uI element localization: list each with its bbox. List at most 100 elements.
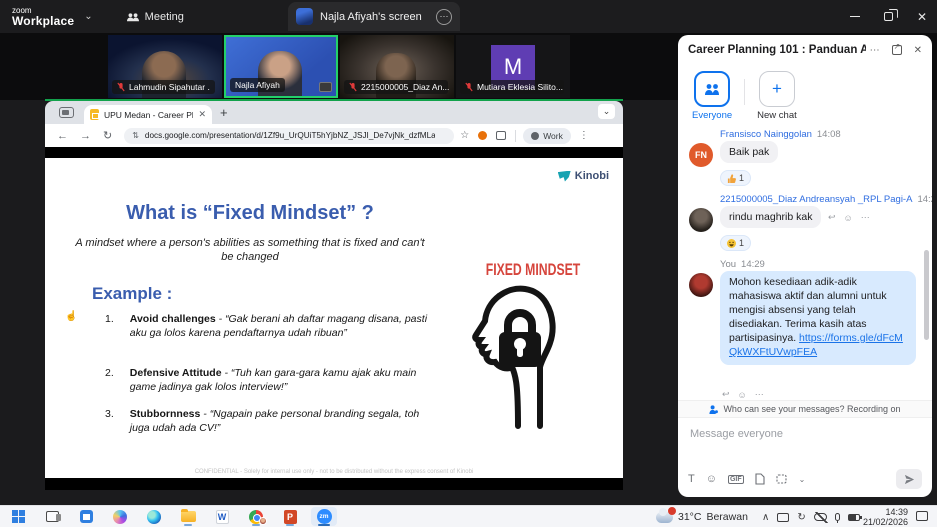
chat-scrollbar[interactable] xyxy=(924,250,929,340)
bookmark-star-icon[interactable]: ☆ xyxy=(460,130,469,141)
gif-icon[interactable]: GIF xyxy=(728,475,744,484)
add-reaction-icon[interactable]: ☺ xyxy=(738,390,747,400)
browser-profile-button[interactable]: Work xyxy=(523,128,571,144)
attach-file-icon[interactable] xyxy=(755,473,765,485)
tab-new-chat[interactable]: + New chat xyxy=(757,71,797,121)
video-tile-najla-active-speaker[interactable]: Najla Afiyah xyxy=(224,35,338,98)
reply-icon[interactable]: ↩ xyxy=(828,212,836,223)
open-app-indicator xyxy=(252,524,260,526)
chat-close-icon[interactable]: ✕ xyxy=(914,45,922,56)
clock-time: 14:39 xyxy=(858,507,908,517)
weather-alert-badge xyxy=(668,507,676,515)
weather-widget[interactable]: 31°C Berawan xyxy=(656,506,748,527)
chat-popout-icon[interactable] xyxy=(892,45,902,55)
tabstrip-chevron-icon[interactable]: ⌄ xyxy=(598,104,615,119)
microsoft-store-button[interactable] xyxy=(73,507,99,526)
start-button[interactable] xyxy=(5,507,31,526)
window-minimize-button[interactable] xyxy=(850,16,860,17)
system-tray: ∧ ↻ xyxy=(762,506,860,527)
window-restore-button[interactable] xyxy=(884,12,893,21)
reload-button[interactable]: ↻ xyxy=(103,129,112,142)
profile-label: Work xyxy=(543,131,563,141)
add-reaction-icon[interactable]: ☺ xyxy=(844,213,853,223)
send-button[interactable] xyxy=(896,469,922,489)
screen-sharing-badge-icon xyxy=(319,82,332,92)
laughing-emoji-icon xyxy=(727,239,736,248)
more-actions-icon[interactable]: ⋯ xyxy=(861,212,870,223)
powerpoint-button[interactable]: P xyxy=(277,507,303,526)
slide-canvas: Kinobi What is “Fixed Mindset” ? A minds… xyxy=(45,158,623,478)
active-app-indicator xyxy=(318,524,330,526)
microphone-in-use-icon[interactable] xyxy=(835,513,840,521)
screen-tab-avatar xyxy=(296,8,313,25)
tab-search-icon[interactable] xyxy=(59,107,74,118)
reply-icon[interactable]: ↩ xyxy=(722,389,730,400)
weather-temperature: 31°C xyxy=(678,511,701,523)
chat-more-icon[interactable]: ⋯ xyxy=(870,45,880,56)
message-actions: ↩ ☺ ⋯ xyxy=(828,212,870,223)
thumbs-up-icon xyxy=(727,174,736,183)
extension-icon[interactable] xyxy=(478,131,487,140)
hidden-icons-chevron[interactable]: ∧ xyxy=(762,512,769,523)
emoji-icon[interactable]: ☺ xyxy=(706,473,717,485)
chat-messages: Fransisco Nainggolan14:08 FN Baik pak 1 … xyxy=(678,123,932,400)
message-bubble-own[interactable]: Mohon kesediaan adik-adik mahasiswa akti… xyxy=(720,271,916,365)
copilot-button[interactable] xyxy=(107,507,133,526)
network-display-icon[interactable] xyxy=(777,513,789,522)
example-item-2: 2. Defensive Attitude - “Tuh kan gara-ga… xyxy=(105,367,435,394)
chat-input-area[interactable]: Message everyone T ☺ GIF ⌄ xyxy=(678,417,932,497)
tab-close-icon[interactable]: ✕ xyxy=(198,109,206,120)
text-format-icon[interactable]: T xyxy=(688,473,695,485)
video-tile-diaz[interactable]: 2215000005_Diaz An... xyxy=(340,35,454,98)
kinobi-logo-icon xyxy=(558,171,571,182)
recording-banner[interactable]: Who can see your messages? Recording on xyxy=(678,400,932,417)
edge-button[interactable] xyxy=(141,507,167,526)
clock-date: 21/02/2026 xyxy=(858,517,908,527)
onedrive-paused-icon[interactable] xyxy=(814,513,827,521)
message-time: 14:08 xyxy=(817,129,841,140)
window-close-button[interactable]: ✕ xyxy=(917,10,927,24)
forward-button[interactable]: → xyxy=(80,130,91,142)
toolbar-divider xyxy=(515,130,516,142)
video-tile-mutiara[interactable]: M Mutiara Eklesia Silito... xyxy=(456,35,570,98)
item-number: 3. xyxy=(105,408,114,435)
browser-menu-icon[interactable]: ⋮ xyxy=(579,130,589,141)
message-reaction[interactable]: 1 xyxy=(720,235,751,251)
notification-center-icon[interactable] xyxy=(916,511,928,521)
message-header: You14:29 xyxy=(720,259,765,270)
site-settings-icon[interactable]: ⇅ xyxy=(132,131,139,140)
video-tile-lahmudin[interactable]: Lahmudin Sipahutar . xyxy=(108,35,222,98)
tabs-divider xyxy=(744,79,745,105)
google-slides-icon xyxy=(90,109,99,120)
message-reaction[interactable]: 1 xyxy=(720,170,751,186)
tab-everyone[interactable]: Everyone xyxy=(692,71,732,121)
chrome-button[interactable] xyxy=(243,507,269,526)
screen-tab-more-icon[interactable]: ⋯ xyxy=(436,9,452,25)
screenshot-icon[interactable] xyxy=(776,474,788,485)
side-panel-icon[interactable] xyxy=(496,131,506,140)
weather-description: Berawan xyxy=(706,511,747,523)
message-bubble[interactable]: Baik pak xyxy=(720,141,778,163)
browser-tab-active[interactable]: UPU Medan - Career Planning ✕ xyxy=(84,105,212,124)
message-bubble[interactable]: rindu maghrib kak xyxy=(720,206,821,228)
task-view-button[interactable] xyxy=(39,507,65,526)
back-button[interactable]: ← xyxy=(57,130,68,142)
more-actions-icon[interactable]: ⋯ xyxy=(755,389,764,400)
brand-chevron-down-icon[interactable]: ⌄ xyxy=(84,11,92,22)
screenshot-chevron-icon[interactable]: ⌄ xyxy=(799,475,806,484)
participant-nameplate: Najla Afiyah xyxy=(230,78,285,92)
sync-icon[interactable]: ↻ xyxy=(797,512,805,523)
word-button[interactable]: W xyxy=(209,507,235,526)
taskbar-clock[interactable]: 14:39 21/02/2026 xyxy=(858,507,908,527)
zoom-titlebar: zoom Workplace ⌄ Meeting Najla Afiyah's … xyxy=(0,0,937,33)
tab-meeting[interactable]: Meeting xyxy=(127,11,184,23)
address-bar[interactable]: ⇅ docs.google.com/presentation/d/1Zf9u_U… xyxy=(124,128,454,144)
new-tab-button[interactable]: + xyxy=(220,105,228,120)
file-explorer-button[interactable] xyxy=(175,507,201,526)
participant-nameplate: Mutiara Eklesia Silito... xyxy=(460,80,564,94)
message-input[interactable]: Message everyone xyxy=(690,428,783,440)
zoom-app-button[interactable]: zm xyxy=(311,507,337,526)
browser-toolbar: ← → ↻ ⇅ docs.google.com/presentation/d/1… xyxy=(45,124,623,147)
tab-shared-screen[interactable]: Najla Afiyah's screen ⋯ xyxy=(288,2,460,31)
participant-nameplate: Lahmudin Sipahutar . xyxy=(112,80,215,94)
